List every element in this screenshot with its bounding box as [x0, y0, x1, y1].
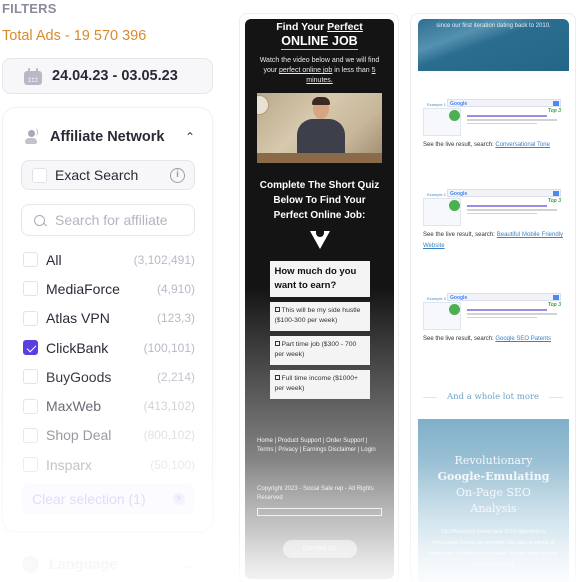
arrow-down-icon	[309, 231, 330, 249]
date-range-picker[interactable]: 24.04.23 - 03.05.23	[2, 58, 213, 94]
example-caption: See the live result, search: Google SEO …	[423, 336, 552, 342]
affiliate-item-mediaforce[interactable]: MediaForce (4,910)	[21, 274, 195, 303]
language-icon	[22, 556, 39, 573]
ad-creative-landing-page: since our first iteration dating back to…	[418, 19, 569, 582]
checkbox-checked[interactable]	[23, 340, 38, 356]
affiliate-name: ClickBank	[46, 339, 109, 356]
example-caption: See the live result, search: Conversatio…	[423, 142, 550, 148]
ad-headline-big: ONLINE JOB	[281, 34, 358, 50]
ad-card[interactable]: Find Your Perfect ONLINE JOB Watch the v…	[239, 13, 399, 582]
checkbox[interactable]	[23, 281, 38, 297]
filters-heading: FILTERS	[2, 1, 57, 16]
affiliate-count: (123,3)	[156, 311, 195, 326]
quiz-option: Part time job ($300 - 700 per week)	[269, 336, 370, 365]
affiliate-item-maxweb[interactable]: MaxWeb (413,102)	[21, 391, 195, 420]
search-icon	[34, 214, 45, 226]
affiliate-network-panel: ) Affiliate Network ⌃ Exact Search i All…	[2, 107, 213, 532]
video-thumbnail	[257, 93, 382, 163]
affiliate-search-input[interactable]	[55, 212, 185, 228]
quiz-option: Full time income ($1000+ per week)	[269, 370, 370, 399]
example-link: Google SEO Patents	[495, 336, 552, 342]
example-block: Example 1 Google Top 3 See the live resu…	[423, 97, 563, 151]
checkbox-icon	[274, 341, 280, 346]
affiliate-search-field[interactable]	[21, 204, 195, 236]
affiliate-item-clickbank[interactable]: ClickBank (100,101)	[21, 333, 195, 362]
affiliate-count: (4,910)	[156, 281, 195, 296]
affiliate-name: All	[46, 251, 62, 268]
clear-selection-button[interactable]: Clear selection (1) ✕	[21, 484, 195, 514]
affiliate-item-atlas-vpn[interactable]: Atlas VPN (123,3)	[21, 304, 195, 333]
checkbox-icon	[274, 375, 280, 380]
ad-card[interactable]: since our first iteration dating back to…	[410, 13, 576, 582]
example-caption: See the live result, search: Beautiful M…	[423, 232, 563, 249]
more-text: And a whole lot more	[446, 392, 540, 402]
affiliate-network-icon: )	[25, 129, 41, 145]
affiliate-item-shop-deal[interactable]: Shop Deal (800,102)	[21, 421, 195, 450]
affiliate-count: (50,100)	[150, 457, 195, 472]
total-ads-count: Total Ads - 19 570 396	[2, 28, 147, 44]
affiliate-network-title: Affiliate Network	[50, 129, 165, 145]
calendar-icon	[24, 67, 42, 85]
checkbox[interactable]	[23, 427, 38, 443]
hero-banner-bottom: Revolutionary Google-Emulating On-Page S…	[418, 419, 569, 582]
affiliate-count: (2,214)	[156, 369, 195, 384]
more-divider: And a whole lot more	[423, 392, 564, 402]
checkbox[interactable]	[23, 252, 38, 268]
affiliate-list: All (3,102,491) MediaForce (4,910) Atlas…	[21, 245, 195, 479]
checkbox[interactable]	[23, 398, 38, 414]
ad-creative-landing-page: Find Your Perfect ONLINE JOB Watch the v…	[245, 19, 394, 579]
affiliate-name: Atlas VPN	[46, 310, 110, 327]
affiliate-item-insparx[interactable]: Insparx (50,100)	[21, 450, 195, 479]
example-block: Example 3 Google Top 3 See the live resu…	[423, 291, 563, 345]
ad-subtext: Watch the video below and we will find y…	[259, 57, 380, 84]
search-result-screenshot: Example 2 Google Top 3	[423, 187, 563, 227]
language-filter-header[interactable]: Language ⌄	[22, 556, 194, 573]
ad-headline: Find Your Perfect	[276, 21, 363, 33]
affiliate-count: (413,102)	[143, 399, 195, 414]
broken-image	[257, 508, 382, 516]
search-result-screenshot: Example 3 Google Top 3	[423, 291, 563, 331]
checkbox[interactable]	[23, 310, 38, 326]
footer-links: Home | Product Support | Order Support |…	[257, 438, 376, 453]
date-range-value: 24.04.23 - 03.05.23	[52, 68, 178, 84]
search-result-screenshot: Example 1 Google Top 3	[423, 97, 563, 137]
chevron-up-icon[interactable]: ⌃	[183, 130, 197, 144]
affiliate-network-header[interactable]: ) Affiliate Network ⌃	[25, 129, 197, 145]
quiz-title: Complete The Short Quiz Below To Find Yo…	[259, 180, 380, 221]
affiliate-count: (800,102)	[143, 428, 195, 443]
affiliate-name: MaxWeb	[46, 398, 101, 415]
affiliate-item-all[interactable]: All (3,102,491)	[21, 245, 195, 274]
clear-selection-label: Clear selection (1)	[32, 491, 146, 507]
info-icon[interactable]: i	[170, 167, 185, 183]
checkbox-icon	[274, 307, 280, 312]
chevron-down-icon[interactable]: ⌄	[184, 558, 194, 572]
affiliate-name: MediaForce	[46, 280, 120, 297]
example-block: Example 2 Google Top 3 See the live resu…	[423, 187, 563, 252]
affiliate-name: Insparx	[46, 456, 92, 473]
exact-search-toggle[interactable]: Exact Search i	[21, 160, 195, 190]
checkbox[interactable]	[23, 457, 38, 473]
quiz-question: How much do you want to earn?	[269, 261, 370, 297]
close-icon[interactable]: ✕	[173, 493, 185, 505]
affiliate-count: (3,102,491)	[133, 252, 195, 267]
language-title: Language	[49, 556, 118, 573]
quiz-option: This will be my side hustle ($100-300 pe…	[269, 302, 370, 331]
example-link: Conversational Tone	[495, 142, 550, 148]
exact-search-label: Exact Search	[55, 167, 139, 183]
affiliate-item-buygoods[interactable]: BuyGoods (2,214)	[21, 362, 195, 391]
hero-banner-top: since our first iteration dating back to…	[418, 19, 569, 71]
checkbox[interactable]	[23, 369, 38, 385]
copyright-text: Copyright 2023 - Social Sale rep - All R…	[257, 486, 374, 501]
contact-us-button: Contact Us	[282, 540, 357, 558]
exact-search-checkbox[interactable]	[32, 167, 47, 183]
affiliate-name: BuyGoods	[46, 368, 112, 385]
affiliate-count: (100,101)	[143, 340, 195, 355]
affiliate-name: Shop Deal	[46, 427, 112, 444]
